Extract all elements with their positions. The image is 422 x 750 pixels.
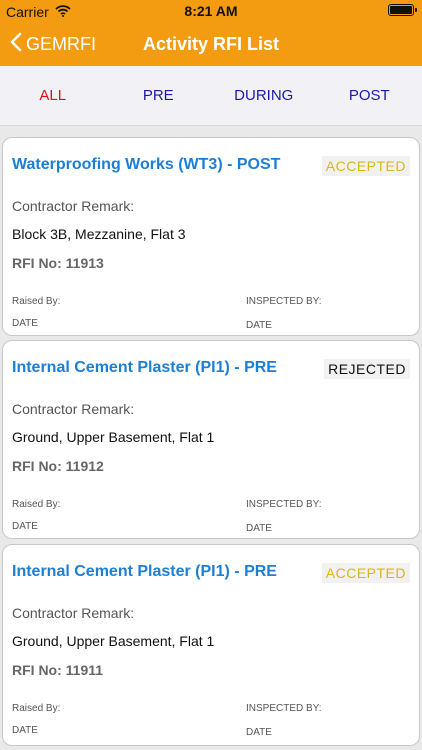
inspected-date: DATE <box>246 320 272 331</box>
raised-by-label: Raised By: <box>12 499 61 510</box>
rfi-label: RFI No: <box>12 458 62 474</box>
raised-by-label: Raised By: <box>12 296 61 307</box>
tab-all[interactable]: ALL <box>0 66 106 125</box>
remark-label: Contractor Remark: <box>12 605 135 621</box>
rfi-value: 11913 <box>65 255 104 271</box>
rfi-card[interactable]: Internal Cement Plaster (PI1) - PRE ACCE… <box>2 544 420 746</box>
filter-tabs: ALL PRE DURING POST <box>0 66 422 126</box>
rfi-value: 11912 <box>65 458 104 474</box>
rfi-number: RFI No: 11911 <box>12 662 103 678</box>
back-button[interactable]: GEMRFI <box>10 32 96 57</box>
rfi-label: RFI No: <box>12 255 62 271</box>
raised-date: DATE <box>12 318 38 329</box>
status-badge: ACCEPTED <box>321 563 410 583</box>
rfi-label: RFI No: <box>12 662 62 678</box>
back-label: GEMRFI <box>26 34 96 54</box>
raised-date: DATE <box>12 521 38 532</box>
remark-label: Contractor Remark: <box>12 401 135 417</box>
rfi-card[interactable]: Waterproofing Works (WT3) - POST ACCEPTE… <box>2 137 420 336</box>
wifi-icon <box>55 4 71 20</box>
inspected-by-label: INSPECTED BY: <box>246 499 322 510</box>
inspected-by-label: INSPECTED BY: <box>246 296 322 307</box>
card-title: Waterproofing Works (WT3) - POST <box>12 156 281 173</box>
battery-icon <box>388 4 417 16</box>
raised-by-label: Raised By: <box>12 703 61 714</box>
tab-pre[interactable]: PRE <box>106 66 212 125</box>
card-title: Internal Cement Plaster (PI1) - PRE <box>12 359 277 376</box>
tab-during[interactable]: DURING <box>211 66 317 125</box>
rfi-card[interactable]: Internal Cement Plaster (PI1) - PRE REJE… <box>2 340 420 539</box>
status-badge: ACCEPTED <box>321 156 410 176</box>
status-badge: REJECTED <box>324 359 410 379</box>
remark-text: Block 3B, Mezzanine, Flat 3 <box>12 226 186 242</box>
remark-text: Ground, Upper Basement, Flat 1 <box>12 429 215 445</box>
raised-date: DATE <box>12 725 38 736</box>
inspected-date: DATE <box>246 727 272 738</box>
inspected-date: DATE <box>246 523 272 534</box>
navigation-bar: GEMRFI Activity RFI List <box>0 22 422 66</box>
rfi-number: RFI No: 11913 <box>12 255 104 271</box>
card-title: Internal Cement Plaster (PI1) - PRE <box>12 563 277 580</box>
rfi-number: RFI No: 11912 <box>12 458 104 474</box>
carrier-label: Carrier <box>6 4 49 20</box>
remark-text: Ground, Upper Basement, Flat 1 <box>12 633 215 649</box>
tab-post[interactable]: POST <box>317 66 422 125</box>
remark-label: Contractor Remark: <box>12 198 135 214</box>
carrier-info: Carrier <box>6 4 71 20</box>
rfi-value: 11911 <box>65 662 104 678</box>
top-bar: Carrier 8:21 AM GEMRFI Activity RFI List <box>0 0 422 66</box>
chevron-left-icon <box>10 32 22 57</box>
status-bar: Carrier 8:21 AM <box>0 0 422 22</box>
inspected-by-label: INSPECTED BY: <box>246 703 322 714</box>
